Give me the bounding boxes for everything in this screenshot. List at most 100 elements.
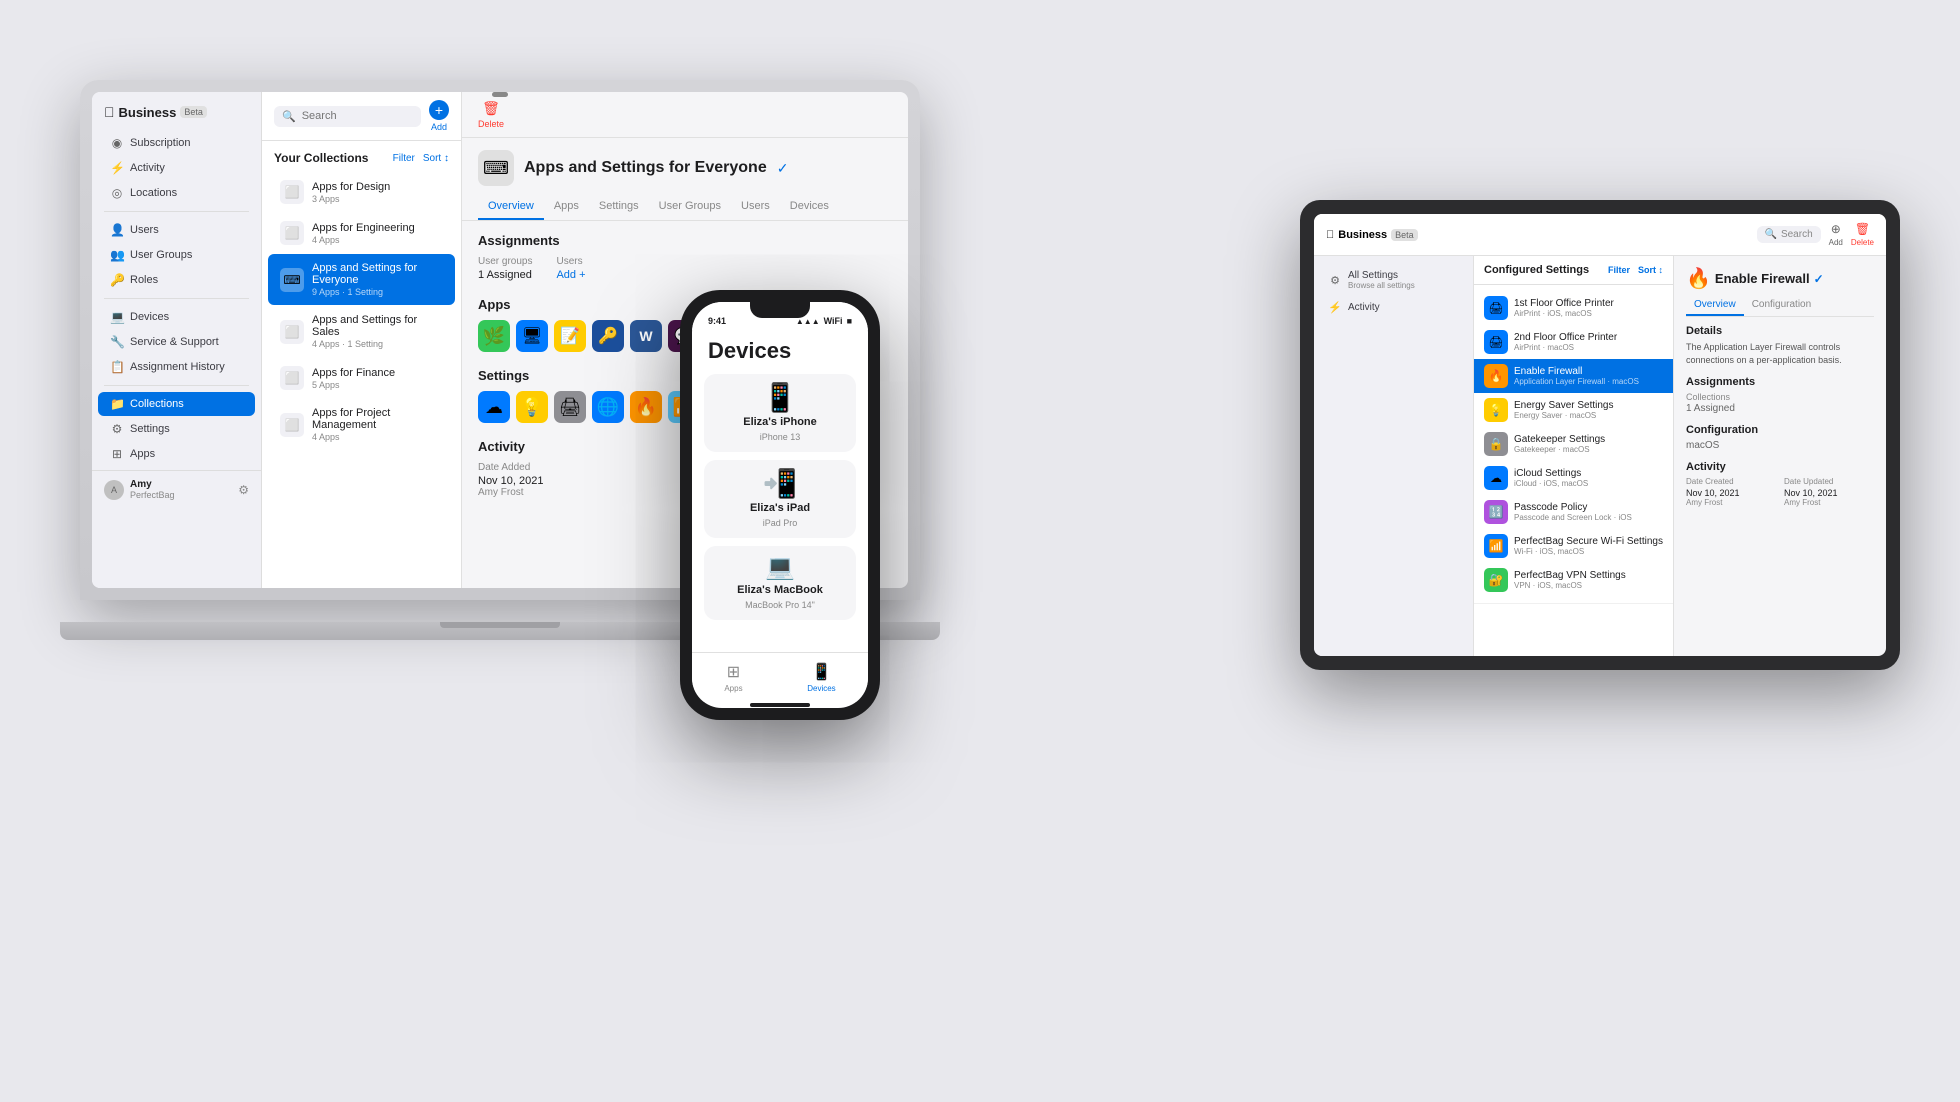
collection-icon-design: ⬜	[280, 180, 304, 204]
tab-overview[interactable]: Overview	[478, 194, 544, 220]
ipad-date-updated-by: Amy Frost	[1784, 498, 1874, 507]
sidebar-item-assignment-history[interactable]: 📋 Assignment History	[98, 355, 255, 379]
ipad-setting-name-icloud: iCloud Settings	[1514, 468, 1663, 479]
sidebar-item-settings[interactable]: ⚙ Settings	[98, 417, 255, 441]
sidebar-label-activity: Activity	[130, 162, 165, 174]
iphone-time: 9:41	[708, 316, 726, 326]
sidebar-item-users[interactable]: 👤 Users	[98, 218, 255, 242]
setting-icon-2[interactable]: 💡	[516, 391, 548, 423]
tab-users[interactable]: Users	[731, 194, 780, 220]
sidebar-item-devices[interactable]: 💻 Devices	[98, 305, 255, 329]
collection-item-apps-project[interactable]: ⬜ Apps for Project Management 4 Apps	[268, 399, 455, 450]
collection-name-finance: Apps for Finance	[312, 367, 443, 379]
app-icon-3[interactable]: 📝	[554, 320, 586, 352]
iphone-status-right: ▲▲▲ WiFi ■	[796, 316, 852, 326]
ipad-setting-wifi[interactable]: 📶 PerfectBag Secure Wi-Fi Settings Wi-Fi…	[1474, 529, 1673, 563]
tab-settings[interactable]: Settings	[589, 194, 649, 220]
setting-icon-4[interactable]: 🌐	[592, 391, 624, 423]
ipad-setting-floor-printer[interactable]: 🖨 1st Floor Office Printer AirPrint · iO…	[1474, 291, 1673, 325]
tab-devices[interactable]: Devices	[780, 194, 839, 220]
sidebar-label-user-groups: User Groups	[130, 249, 192, 261]
ipad-setting-gatekeeper[interactable]: 🔒 Gatekeeper Settings Gatekeeper · macOS	[1474, 427, 1673, 461]
ipad-settings-section: 🖨 1st Floor Office Printer AirPrint · iO…	[1474, 285, 1673, 604]
ipad-search[interactable]: 🔍 Search	[1757, 226, 1821, 243]
ipad-date-created-by: Amy Frost	[1686, 498, 1776, 507]
collection-item-apps-design[interactable]: ⬜ Apps for Design 3 Apps	[268, 172, 455, 212]
app-icon-4[interactable]: 🔑	[592, 320, 624, 352]
beta-badge: Beta	[180, 106, 207, 118]
collection-item-apps-sales[interactable]: ⬜ Apps and Settings for Sales 4 Apps · 1…	[268, 306, 455, 357]
ipad-setting-2nd-printer[interactable]: 🖨 2nd Floor Office Printer AirPrint · ma…	[1474, 325, 1673, 359]
sidebar-item-subscription[interactable]: ◉ Subscription	[98, 131, 255, 155]
ipad-setting-passcode[interactable]: 🔢 Passcode Policy Passcode and Screen Lo…	[1474, 495, 1673, 529]
add-button[interactable]: + Add	[429, 100, 449, 132]
ipad-sidebar-all-settings[interactable]: ⚙ All Settings Browse all settings	[1318, 265, 1469, 295]
settings-gear-icon[interactable]: ⚙	[238, 483, 249, 497]
iphone-tab-apps[interactable]: ⊞ Apps	[724, 662, 742, 693]
delete-button[interactable]: 🗑 Delete	[478, 100, 504, 129]
iphone-device-card-macbook[interactable]: 💻 Eliza's MacBook MacBook Pro 14"	[704, 546, 856, 620]
ipad-filter-btn[interactable]: Filter	[1608, 265, 1630, 275]
app-icon-2[interactable]: 🖥	[516, 320, 548, 352]
tab-apps[interactable]: Apps	[544, 194, 589, 220]
iphone-home-indicator	[692, 702, 868, 708]
collection-meta-engineering: 4 Apps	[312, 235, 443, 245]
sidebar-label-roles: Roles	[130, 274, 158, 286]
sidebar-label-service: Service & Support	[130, 336, 219, 348]
sidebar-item-user-groups[interactable]: 👥 User Groups	[98, 243, 255, 267]
ipad-delete-button[interactable]: 🗑 Delete	[1851, 222, 1874, 247]
user-groups-val: 1 Assigned	[478, 269, 532, 281]
subscription-icon: ◉	[110, 136, 124, 150]
ipad-sidebar-activity[interactable]: ⚡ Activity	[1318, 296, 1469, 319]
iphone-device-sub-iphone: iPhone 13	[760, 432, 801, 442]
iphone-device-card-ipad[interactable]: 📲 Eliza's iPad iPad Pro	[704, 460, 856, 538]
ipad-sort-btn[interactable]: Sort ↕	[1638, 265, 1663, 275]
ipad-activity-grid: Date Created Nov 10, 2021 Amy Frost Date…	[1686, 477, 1874, 507]
iphone-device-card-iphone[interactable]: 📱 Eliza's iPhone iPhone 13	[704, 374, 856, 452]
iphone-device-name-macbook: Eliza's MacBook	[737, 584, 823, 596]
ipad-setting-icloud[interactable]: ☁ iCloud Settings iCloud · iOS, macOS	[1474, 461, 1673, 495]
ipad-setting-firewall[interactable]: 🔥 Enable Firewall Application Layer Fire…	[1474, 359, 1673, 393]
collections-list: 🔍 + Add Your Collections Filter	[262, 92, 462, 588]
collection-item-apps-everyone[interactable]: ⌨ Apps and Settings for Everyone 9 Apps …	[268, 254, 455, 305]
app-icon-5[interactable]: W	[630, 320, 662, 352]
sidebar-item-locations[interactable]: ◎ Locations	[98, 181, 255, 205]
tab-user-groups[interactable]: User Groups	[649, 194, 731, 220]
sidebar-item-activity[interactable]: ⚡ Activity	[98, 156, 255, 180]
iphone-device-img-iphone: 📱	[763, 384, 798, 412]
ipad-date-updated-val: Nov 10, 2021	[1784, 488, 1874, 498]
app-icon-1[interactable]: 🌿	[478, 320, 510, 352]
add-label: Add	[431, 122, 447, 132]
sort-button[interactable]: Sort ↕	[423, 153, 449, 164]
ipad-setting-vpn[interactable]: 🔐 PerfectBag VPN Settings VPN · iOS, mac…	[1474, 563, 1673, 597]
iphone-header: Devices	[692, 330, 868, 370]
setting-icon-1[interactable]: ☁	[478, 391, 510, 423]
users-add-link[interactable]: Add +	[556, 269, 585, 281]
iphone-device-sub-macbook: MacBook Pro 14"	[745, 600, 815, 610]
sidebar-item-service-support[interactable]: 🔧 Service & Support	[98, 330, 255, 354]
iphone-screen: 9:41 ▲▲▲ WiFi ■ Devices 📱 Eliza's iPhone…	[692, 302, 868, 708]
setting-icon-3[interactable]: 🖨	[554, 391, 586, 423]
ipad-settings-header: Configured Settings Filter Sort ↕	[1474, 256, 1673, 285]
ipad-tab-overview[interactable]: Overview	[1686, 295, 1744, 316]
ipad-tab-configuration[interactable]: Configuration	[1744, 295, 1819, 316]
search-input-wrap[interactable]: 🔍	[274, 106, 421, 127]
ipad-detail-configuration: Configuration macOS	[1686, 424, 1874, 451]
sidebar-item-apps[interactable]: ⊞ Apps	[98, 442, 255, 466]
ipad-setting-energy-saver[interactable]: 💡 Energy Saver Settings Energy Saver · m…	[1474, 393, 1673, 427]
sidebar-label-subscription: Subscription	[130, 137, 191, 149]
sidebar-label-apps: Apps	[130, 448, 155, 460]
setting-icon-5[interactable]: 🔥	[630, 391, 662, 423]
ipad-collections-label: Collections	[1686, 392, 1730, 402]
sidebar-item-roles[interactable]: 🔑 Roles	[98, 268, 255, 292]
sidebar-item-collections[interactable]: 📁 Collections	[98, 392, 255, 416]
filter-button[interactable]: Filter	[393, 153, 415, 164]
history-icon: 📋	[110, 360, 124, 374]
sidebar-label-users: Users	[130, 224, 159, 236]
ipad-sidebar: ⚙ All Settings Browse all settings ⚡ Act…	[1314, 256, 1474, 656]
iphone-tab-devices[interactable]: 📱 Devices	[807, 662, 835, 693]
ipad-add-button[interactable]: ⊕ Add	[1829, 222, 1843, 247]
search-input[interactable]	[302, 110, 413, 122]
collection-item-apps-finance[interactable]: ⬜ Apps for Finance 5 Apps	[268, 358, 455, 398]
collection-item-apps-engineering[interactable]: ⬜ Apps for Engineering 4 Apps	[268, 213, 455, 253]
